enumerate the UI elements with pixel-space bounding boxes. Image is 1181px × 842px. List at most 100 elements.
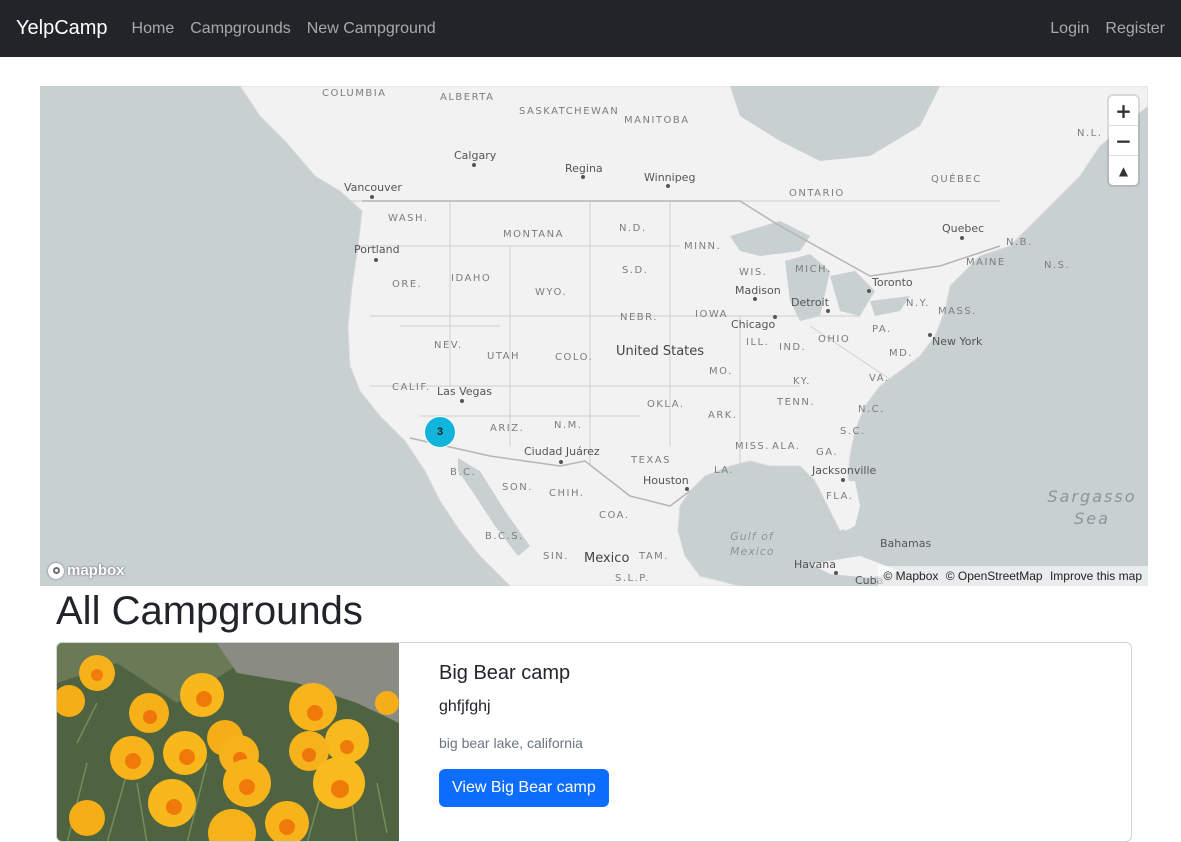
map-province-label: ORE. xyxy=(392,279,423,290)
map-city-label: Bahamas xyxy=(880,537,932,550)
city-dot xyxy=(559,460,563,464)
city-dot xyxy=(867,289,871,293)
nav-new-campground-link[interactable]: New Campground xyxy=(307,20,436,38)
map-province-label: GA. xyxy=(816,447,839,458)
map-province-label: MANITOBA xyxy=(624,115,690,126)
attribution-osm-link[interactable]: © OpenStreetMap xyxy=(946,569,1043,583)
map-province-label: TEXAS xyxy=(631,455,671,466)
brand-link[interactable]: YelpCamp xyxy=(16,17,108,40)
nav-register-link[interactable]: Register xyxy=(1105,20,1165,38)
map-city-label: Ciudad Juárez xyxy=(524,445,600,458)
map-province-label: OHIO xyxy=(818,334,851,345)
map-province-label: MASS. xyxy=(938,306,977,317)
map-country-label: United States xyxy=(616,344,705,359)
map-province-label: CALIF. xyxy=(392,382,431,393)
map-province-label: COLO. xyxy=(555,352,594,363)
map-province-label: KY. xyxy=(793,376,811,387)
map-province-label: UTAH xyxy=(487,351,521,362)
attribution-mapbox-link[interactable]: © Mapbox xyxy=(884,569,939,583)
map-city-label: Quebec xyxy=(942,222,985,235)
map-province-label: IDAHO xyxy=(451,273,492,284)
map-province-label: WASH. xyxy=(388,213,429,224)
map-province-label: ARIZ. xyxy=(490,423,525,434)
navbar: YelpCamp Home Campgrounds New Campground… xyxy=(0,0,1181,57)
city-dot xyxy=(370,195,374,199)
map-province-label: B.C.S. xyxy=(485,531,524,542)
attribution-improve-link[interactable]: Improve this map xyxy=(1050,569,1142,583)
map-province-label: MD. xyxy=(889,348,914,359)
map-province-label: ALBERTA xyxy=(440,92,495,103)
map-city-label: Vancouver xyxy=(344,181,402,194)
city-dot xyxy=(773,315,777,319)
map-province-label: WYO. xyxy=(535,287,568,298)
map-province-label: ILL. xyxy=(746,337,770,348)
map-province-label: N.L. xyxy=(1077,128,1103,139)
map-province-label: SIN. xyxy=(543,551,569,562)
map-gulf-label: Gulf of Mexico xyxy=(730,530,775,558)
map-city-label: Toronto xyxy=(872,276,913,289)
zoom-in-button[interactable]: + xyxy=(1109,96,1138,126)
city-dot xyxy=(834,571,838,575)
mapbox-logo[interactable]: mapbox xyxy=(48,562,125,579)
city-dot xyxy=(753,297,757,301)
city-dot xyxy=(841,478,845,482)
city-dot xyxy=(460,399,464,403)
map-province-label: MAINE xyxy=(966,257,1006,268)
map-province-label: WIS. xyxy=(739,267,768,278)
map-city-label: Las Vegas xyxy=(437,385,492,398)
map-city-label: Regina xyxy=(565,162,603,175)
city-dot xyxy=(666,184,670,188)
city-dot xyxy=(685,487,689,491)
map-province-label: ONTARIO xyxy=(789,188,845,199)
map-city-label: Jacksonville xyxy=(812,464,877,477)
map-province-label: S.L.P. xyxy=(615,573,650,584)
nav-home-link[interactable]: Home xyxy=(132,20,175,38)
florida xyxy=(830,481,860,531)
nav-auth-links: Login Register xyxy=(1034,20,1165,38)
map-province-label: LA. xyxy=(714,465,735,476)
campground-image xyxy=(57,643,399,841)
nav-campgrounds-link[interactable]: Campgrounds xyxy=(190,20,291,38)
zoom-out-button[interactable]: − xyxy=(1109,126,1138,156)
campground-title: Big Bear camp xyxy=(439,662,571,684)
map-city-label: Calgary xyxy=(454,149,497,162)
map-province-label: QUÉBEC xyxy=(931,174,982,185)
page-title: All Campgrounds xyxy=(56,589,363,633)
map-province-label: IND. xyxy=(779,342,807,353)
campground-card: Big Bear camp ghfjfghj big bear lake, ca… xyxy=(56,642,1132,842)
map-province-label: MINN. xyxy=(684,241,722,252)
map-province-label: CHIH. xyxy=(549,488,585,499)
map-province-label: B.C. xyxy=(450,467,477,478)
city-dot xyxy=(472,163,476,167)
map-province-label: OKLA. xyxy=(647,399,685,410)
map-mexico-label: Mexico xyxy=(584,551,630,566)
map-city-label: Portland xyxy=(354,243,400,256)
map-province-label: N.D. xyxy=(619,223,647,234)
mapbox-logo-text: mapbox xyxy=(67,562,125,579)
city-dot xyxy=(960,236,964,240)
compass-icon: ▲ xyxy=(1118,163,1129,178)
campground-card-body: Big Bear camp ghfjfghj big bear lake, ca… xyxy=(439,661,609,807)
map-province-label: FLA. xyxy=(826,491,854,502)
map-province-label: COA. xyxy=(599,510,630,521)
city-dot xyxy=(374,258,378,262)
map-province-label: MO. xyxy=(709,366,733,377)
map-province-label: S.D. xyxy=(622,265,649,276)
map-city-label: Houston xyxy=(643,474,689,487)
compass-button[interactable]: ▲ xyxy=(1109,156,1138,185)
map-province-label: VA. xyxy=(869,373,890,384)
nav-login-link[interactable]: Login xyxy=(1050,20,1089,38)
map-province-label: IOWA xyxy=(695,309,729,320)
map-province-label: N.C. xyxy=(858,404,885,415)
map-province-label: N.B. xyxy=(1006,237,1033,248)
city-dot xyxy=(928,333,932,337)
map-province-label: SON. xyxy=(502,482,533,493)
campground-cluster-marker[interactable]: 3 xyxy=(424,416,456,448)
north-america-land xyxy=(239,86,1148,586)
map-province-label: PA. xyxy=(872,324,892,335)
view-campground-button[interactable]: View Big Bear camp xyxy=(439,769,609,807)
cluster-map[interactable]: COLUMBIA ALBERTA SASKATCHEWAN MANITOBA O… xyxy=(40,86,1148,586)
map-city-label: Madison xyxy=(735,284,781,297)
map-province-label: N.S. xyxy=(1044,260,1071,271)
map-province-label: ALA. xyxy=(772,441,801,452)
